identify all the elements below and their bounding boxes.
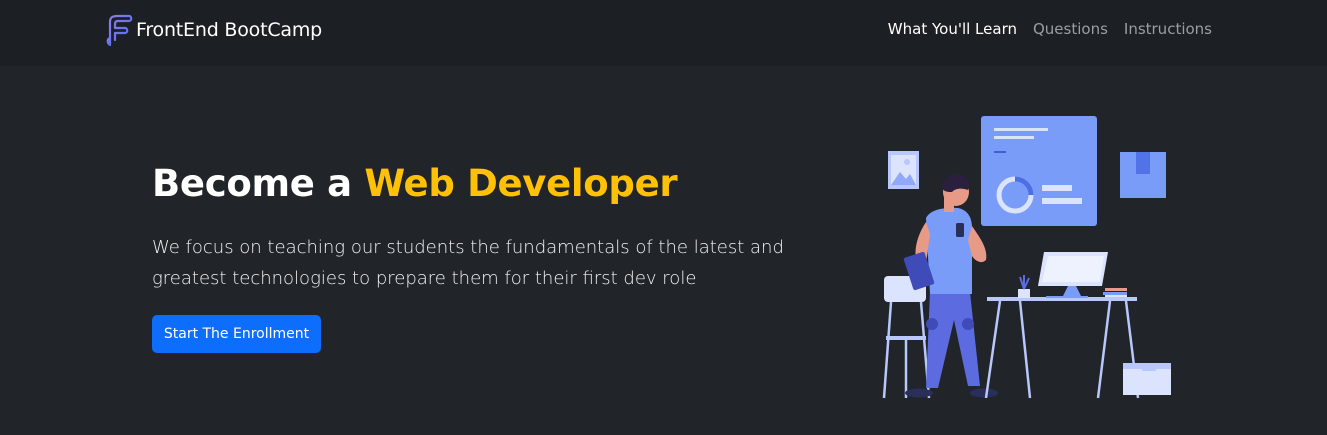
start-enrollment-button[interactable]: Start The Enrollment [152,315,321,353]
hero-title-prefix: Become a [152,162,365,205]
hero-title-highlight: Web Developer [364,162,678,205]
nav-link-questions[interactable]: Questions [1033,20,1108,38]
chair-icon [882,276,931,399]
hero-section: Become a Web Developer We focus on teach… [0,66,1327,435]
plant-icon [1018,275,1030,298]
floor-box-icon [1123,363,1171,395]
hero-title: Become a Web Developer [152,162,678,205]
brand-logo-icon [106,14,133,46]
wall-picture-icon [888,151,919,189]
nav-link-what-youll-learn[interactable]: What You'll Learn [888,20,1017,38]
developer-at-desk-illustration [882,116,1171,399]
desk-icon [984,297,1140,399]
books-icon [1103,288,1127,297]
wall-box-icon [1120,152,1166,198]
navbar: FrontEnd BootCamp What You'll Learn Ques… [0,0,1327,66]
dashboard-panel-icon [981,116,1097,226]
brand-link[interactable]: FrontEnd BootCamp [106,14,322,46]
nav-link-instructions[interactable]: Instructions [1124,20,1212,38]
brand-name: FrontEnd BootCamp [136,19,323,41]
hero-lead: We focus on teaching our students the fu… [152,237,784,289]
monitor-icon [1038,252,1108,298]
nav-links: What You'll Learn Questions Instructions [888,20,1212,38]
